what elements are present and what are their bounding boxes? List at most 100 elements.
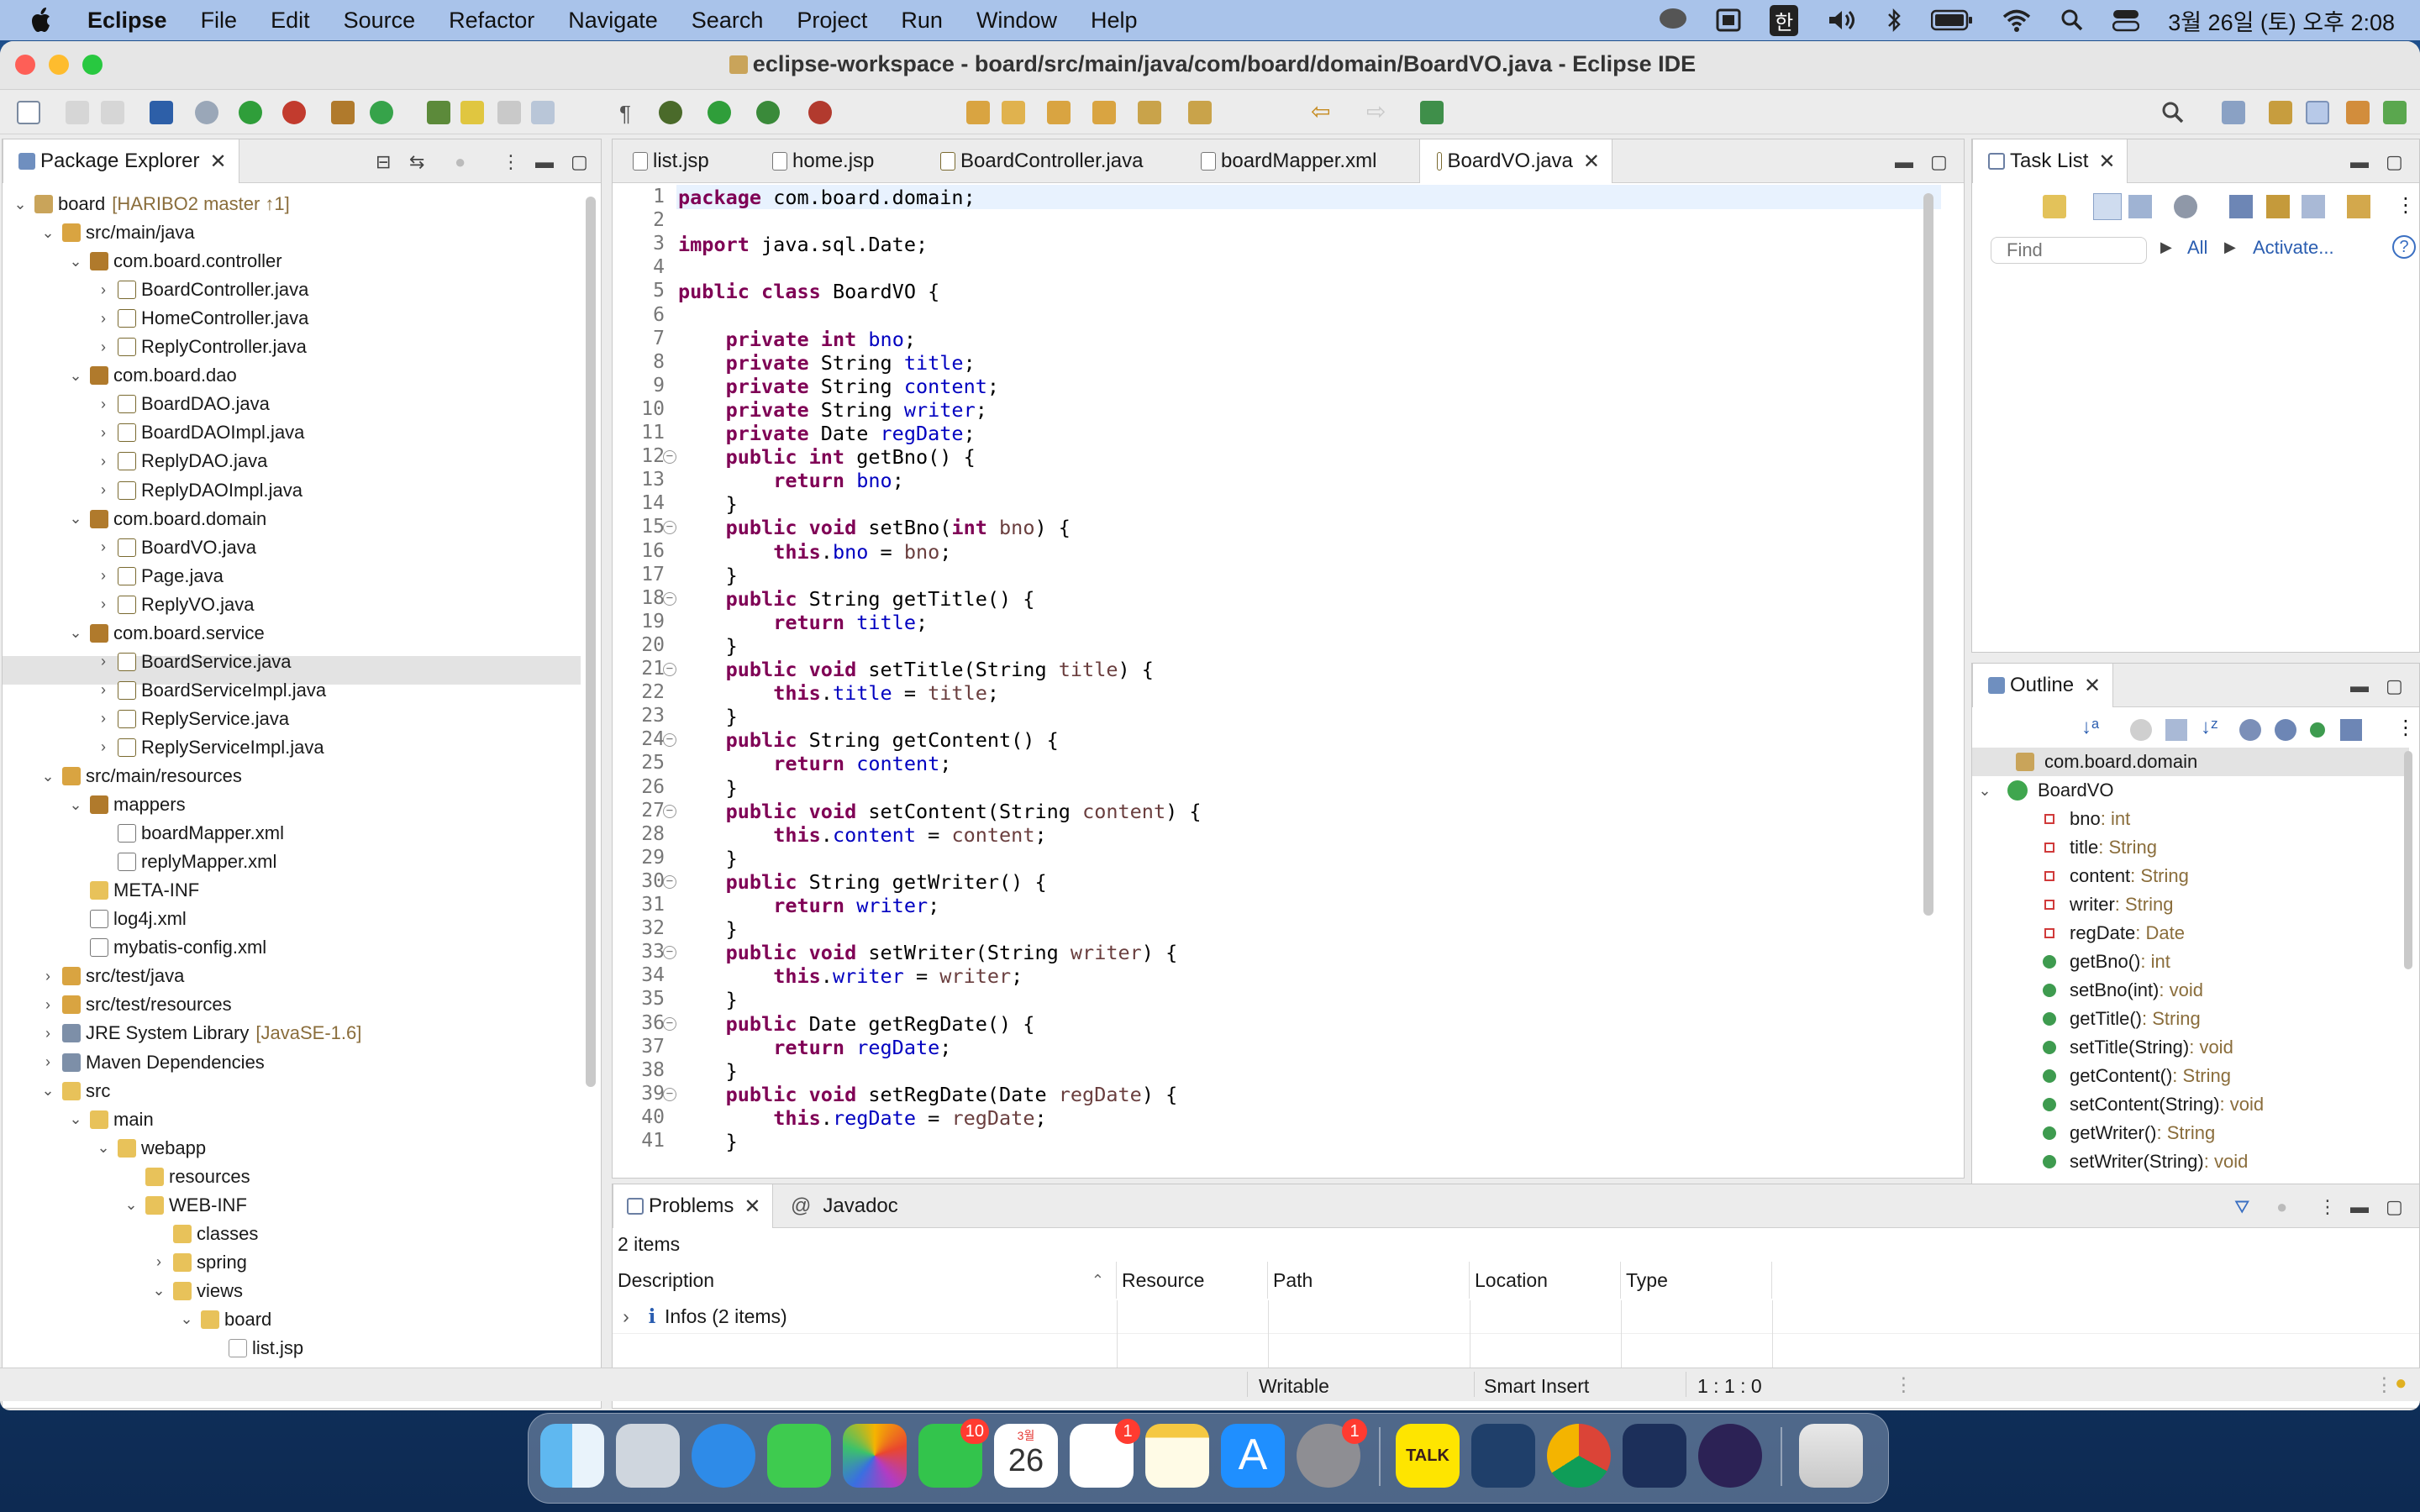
apple-icon[interactable] [0, 7, 71, 34]
status-insert-mode[interactable]: Smart Insert [1484, 1375, 1589, 1398]
open-perspective-icon[interactable] [2222, 101, 2245, 124]
minimize-view-icon[interactable]: ▬ [1895, 151, 1913, 173]
view-menu-icon[interactable]: ⋮ [2318, 1196, 2337, 1218]
expand-arrow-icon[interactable]: › [94, 481, 113, 499]
outline-member[interactable]: content : String [2039, 862, 2189, 890]
editor-scrollbar[interactable] [1923, 193, 1933, 916]
expand-arrow-icon[interactable]: › [94, 396, 113, 413]
fold-toggle-icon[interactable]: − [663, 733, 676, 748]
expand-arrow-icon[interactable]: › [39, 1025, 57, 1042]
maximize-view-icon[interactable]: ▢ [1930, 151, 1948, 173]
tree-item[interactable]: ⌄ com.board.dao [66, 361, 236, 390]
column-location[interactable]: Location [1470, 1262, 1621, 1299]
block-select-icon[interactable] [531, 101, 555, 124]
tree-item[interactable]: list.jsp [205, 1334, 303, 1362]
annotation-icon[interactable] [1092, 101, 1116, 124]
tip-lightbulb-icon[interactable]: ● [2395, 1372, 2407, 1395]
outline-member[interactable]: bno : int [2039, 805, 2130, 833]
tree-item[interactable]: ⌄ src/main/resources [39, 762, 241, 790]
new-icon[interactable] [17, 101, 40, 124]
highlight-icon[interactable] [460, 101, 484, 124]
hide-completed-icon[interactable] [2229, 195, 2253, 218]
tree-item[interactable]: mybatis-config.xml [66, 933, 266, 962]
fold-toggle-icon[interactable]: − [663, 591, 676, 606]
sync-icon[interactable] [2266, 195, 2290, 218]
expand-arrow-icon[interactable]: › [39, 996, 57, 1014]
collapse-all-icon[interactable]: ⊟ [376, 151, 391, 173]
filter-icon[interactable]: ⛛ [2234, 1196, 2249, 1218]
hide-fields-icon[interactable] [2239, 719, 2261, 741]
tree-item[interactable]: ⌄ board [177, 1305, 271, 1334]
menu-edit[interactable]: Edit [254, 8, 327, 34]
outline-member[interactable]: setTitle(String) : void [2039, 1033, 2233, 1062]
close-icon[interactable]: ✕ [2084, 674, 2101, 698]
tree-item[interactable]: META-INF [66, 876, 199, 905]
expand-arrow-icon[interactable]: › [94, 281, 113, 299]
view-menu-icon[interactable]: ⋮ [2396, 716, 2416, 740]
minimize-view-icon[interactable]: ▬ [2350, 1196, 2369, 1218]
expand-arrow-icon[interactable]: › [94, 453, 113, 470]
collapse-arrow-icon[interactable]: ⌄ [94, 1139, 113, 1157]
expand-arrow-icon[interactable]: › [94, 596, 113, 613]
tree-item[interactable]: › src/test/java [39, 962, 184, 990]
categorized-icon[interactable] [2093, 193, 2122, 220]
coverage-icon[interactable] [756, 101, 780, 124]
tree-scrollbar[interactable] [586, 197, 596, 1087]
collapse-all-icon[interactable] [2302, 195, 2325, 218]
perspective-debug-icon[interactable] [2383, 101, 2407, 124]
status-cursor-position[interactable]: 1 : 1 : 0 [1697, 1375, 1762, 1398]
column-path[interactable]: Path [1268, 1262, 1470, 1299]
next-annotation-icon[interactable] [1138, 101, 1161, 124]
collapse-arrow-icon[interactable]: ⌄ [66, 253, 85, 270]
finder-icon[interactable] [540, 1424, 604, 1488]
new-task-icon[interactable] [2043, 195, 2066, 218]
maximize-view-icon[interactable]: ▢ [2386, 1196, 2403, 1218]
new-class-icon[interactable] [370, 101, 393, 124]
close-icon[interactable]: ✕ [744, 1194, 760, 1219]
sort-alpha-icon[interactable]: ↓ᶻ [2201, 716, 2218, 739]
external-tools-icon[interactable] [808, 101, 832, 124]
control-center-icon[interactable] [2112, 8, 2140, 32]
tree-item[interactable]: ⌄ views [150, 1277, 243, 1305]
expand-arrow-icon[interactable]: › [94, 653, 113, 670]
collapse-arrow-icon[interactable]: ⌄ [122, 1196, 140, 1214]
expand-arrow-icon[interactable]: › [150, 1253, 168, 1271]
expand-arrow-icon[interactable]: › [39, 968, 57, 985]
editor-tab-boardcontroller[interactable]: BoardController.java [923, 139, 1155, 183]
editor-tab-boardvo[interactable]: BoardVO.java ✕ [1419, 139, 1612, 183]
tab-package-explorer[interactable]: Package Explorer ✕ [3, 139, 239, 183]
forward-icon[interactable]: ⇨ [1366, 100, 1390, 124]
sourcetree-icon[interactable] [1623, 1424, 1686, 1488]
collapse-arrow-icon[interactable]: ⌄ [66, 510, 85, 528]
tree-item[interactable]: classes [150, 1220, 258, 1248]
tree-item[interactable]: › ReplyVO.java [94, 591, 255, 619]
focus-icon[interactable]: ● [2276, 1196, 2287, 1218]
maximize-view-icon[interactable]: ▢ [2386, 151, 2403, 173]
launchpad-icon[interactable] [616, 1424, 680, 1488]
tab-problems[interactable]: Problems ✕ [613, 1184, 774, 1228]
collapse-arrow-icon[interactable]: ⌄ [39, 768, 57, 785]
focus-active-task-icon[interactable] [2130, 719, 2152, 741]
tree-item[interactable]: resources [122, 1163, 250, 1191]
outline-member[interactable]: setWriter(String) : void [2039, 1147, 2248, 1176]
tree-item[interactable]: › spring [150, 1248, 247, 1277]
collapse-arrow-icon[interactable]: ⌄ [66, 796, 85, 814]
tree-item[interactable]: › ReplyServiceImpl.java [94, 733, 324, 762]
expand-arrow-icon[interactable]: › [94, 738, 113, 756]
tree-item[interactable]: ⌄ src/main/java [39, 218, 194, 247]
skip-breakpoints-icon[interactable] [195, 101, 218, 124]
column-resource[interactable]: Resource [1117, 1262, 1268, 1299]
open-file-icon[interactable] [1002, 101, 1025, 124]
debug-icon[interactable] [659, 101, 682, 124]
menu-run[interactable]: Run [884, 8, 960, 34]
save-all-icon[interactable] [101, 101, 124, 124]
open-folder-icon[interactable] [966, 101, 990, 124]
collapse-arrow-icon[interactable]: ⌄ [177, 1310, 196, 1328]
tree-item[interactable]: › Maven Dependencies [39, 1048, 265, 1077]
close-icon[interactable]: ✕ [2098, 150, 2115, 174]
wifi-icon[interactable] [2002, 8, 2032, 32]
task-find-input[interactable] [1991, 237, 2147, 264]
help-icon[interactable]: ? [2392, 235, 2416, 259]
mysql-workbench-icon[interactable] [1471, 1424, 1535, 1488]
menu-file[interactable]: File [184, 8, 255, 34]
